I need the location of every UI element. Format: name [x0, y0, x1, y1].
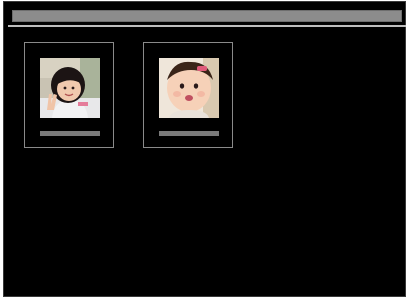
title-divider — [8, 25, 406, 27]
title-bar — [12, 10, 402, 22]
photo-label — [159, 131, 219, 136]
photo-tile[interactable] — [143, 42, 233, 148]
baby-photo-icon — [159, 58, 219, 118]
photo-label — [40, 131, 100, 136]
photo-tile[interactable] — [24, 42, 114, 148]
child-photo-icon — [40, 58, 100, 118]
photo-browser-window — [3, 1, 406, 297]
